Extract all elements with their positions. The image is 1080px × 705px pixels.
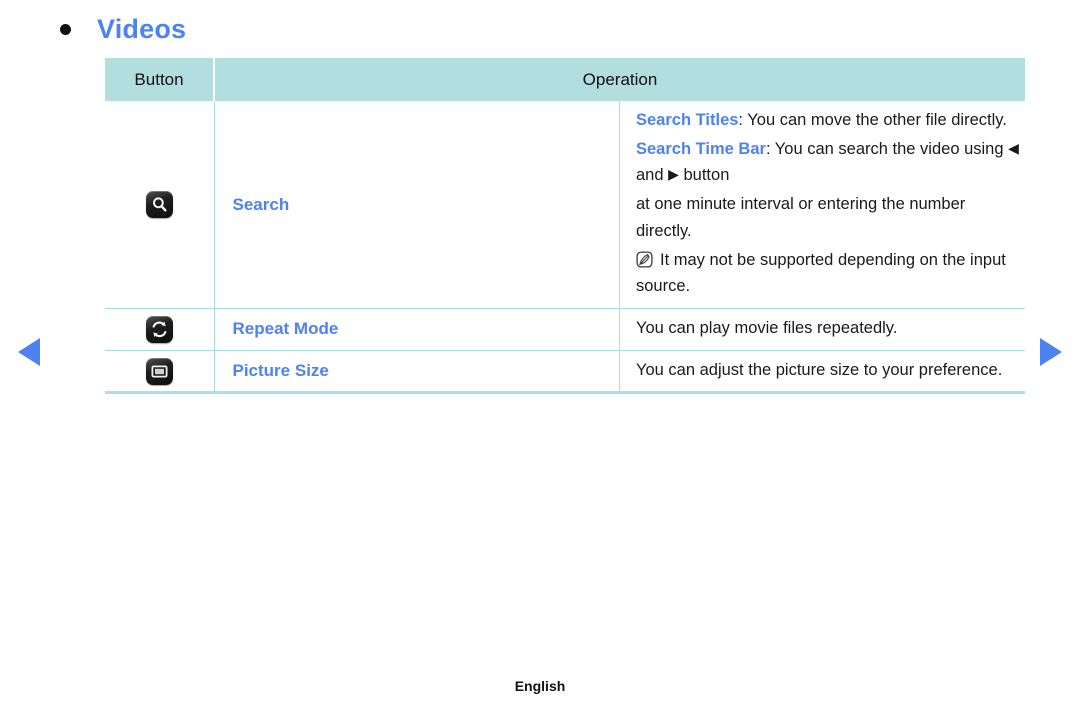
table-row: Search Search Titles: You can move the o…	[105, 101, 1025, 309]
operation-table: Button Operation Search Search Titles: Y…	[105, 58, 1025, 395]
previous-page-arrow-icon[interactable]	[18, 338, 40, 366]
note-icon	[636, 250, 653, 268]
bullet-icon	[60, 23, 71, 35]
column-header-button: Button	[105, 58, 215, 101]
row-description-search: Search Titles: You can move the other fi…	[620, 101, 1026, 309]
page-title: Videos	[97, 13, 187, 44]
column-header-operation: Operation	[214, 58, 1025, 101]
repeat-icon	[145, 315, 173, 343]
desc-line-search-time-bar: Search Time Bar: You can search the vide…	[636, 136, 1025, 189]
row-name-search: Search	[214, 101, 620, 309]
table-row: Repeat Mode You can play movie files rep…	[105, 308, 1025, 351]
table-header-row: Button Operation	[105, 58, 1025, 101]
desc-rest-button: button	[678, 166, 730, 185]
table-row: Picture Size You can adjust the picture …	[105, 349, 1025, 395]
row-icon-cell	[105, 101, 215, 309]
note-text: It may not be supported depending on the…	[636, 250, 1006, 296]
desc-line-search-titles: Search Titles: You can move the other fi…	[636, 107, 1025, 134]
page-title-row: Videos	[60, 12, 186, 46]
row-description-repeat-mode: You can play movie files repeatedly.	[619, 308, 1025, 351]
row-icon-cell	[105, 308, 215, 351]
footer-language-label: English	[514, 678, 566, 694]
arrow-left-glyph-icon: ◀	[1008, 139, 1019, 156]
desc-rest-search-titles: : You can move the other file directly.	[738, 111, 1007, 129]
desc-rest-and: and	[636, 166, 669, 185]
next-page-arrow-icon[interactable]	[1040, 338, 1062, 366]
picture-size-icon	[145, 357, 173, 385]
row-description-picture-size: You can adjust the picture size to your …	[619, 349, 1025, 395]
desc-rest-search-time-bar: : You can search the video using	[765, 139, 1009, 158]
desc-note-search: It may not be supported depending on the…	[636, 247, 1025, 300]
search-icon	[145, 191, 173, 219]
row-name-picture-size: Picture Size	[214, 349, 620, 395]
row-icon-cell	[105, 349, 215, 395]
desc-line-search-time-bar-cont: at one minute interval or entering the n…	[636, 195, 966, 240]
arrow-right-glyph-icon: ▶	[668, 166, 679, 183]
desc-lead-search-time-bar: Search Time Bar	[636, 139, 766, 158]
desc-lead-search-titles: Search Titles	[636, 111, 739, 129]
row-name-repeat-mode: Repeat Mode	[214, 308, 620, 351]
